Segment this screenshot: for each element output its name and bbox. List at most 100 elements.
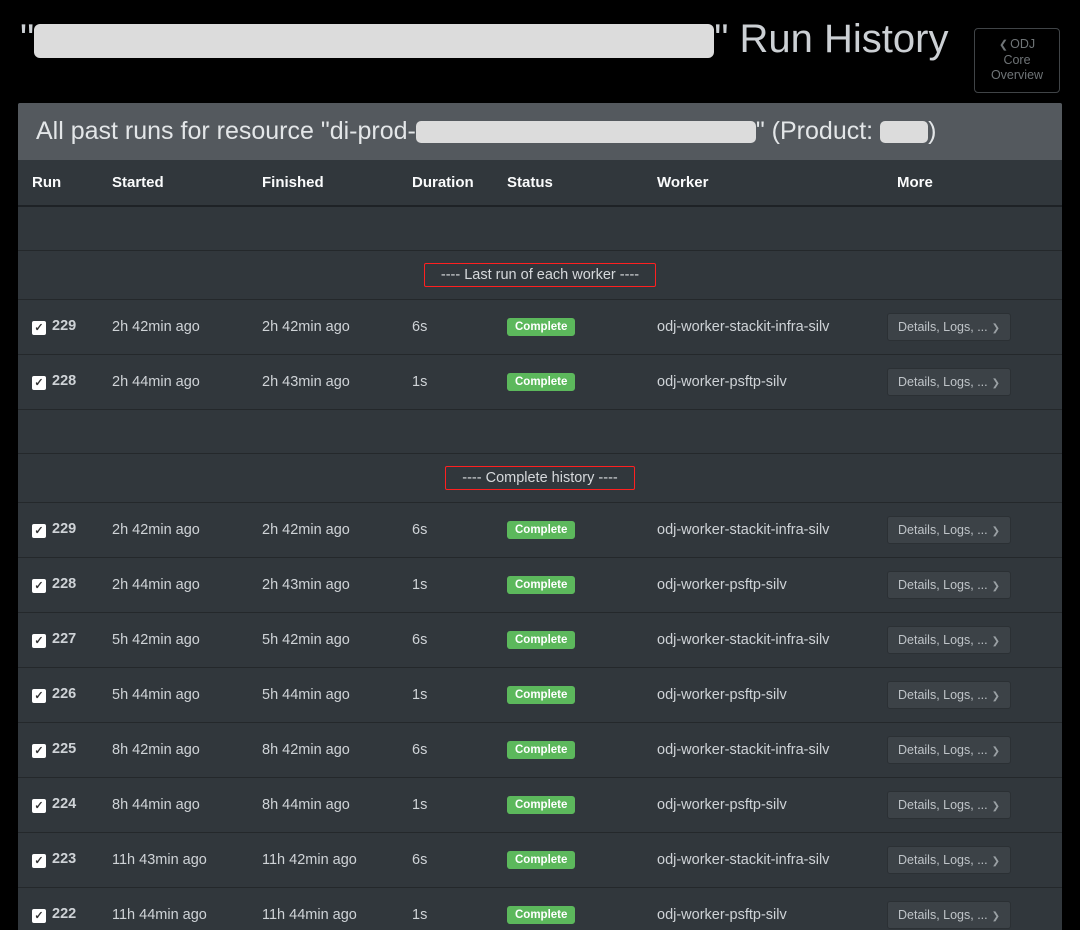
title-prefix: "	[20, 17, 34, 61]
table-row: ✓2248h 44min ago8h 44min ago1sCompleteod…	[18, 777, 1062, 832]
finished-cell: 5h 44min ago	[248, 667, 398, 722]
started-cell: 2h 42min ago	[98, 299, 248, 354]
status-cell: Complete	[493, 777, 643, 832]
check-icon: ✓	[32, 376, 46, 390]
run-id: 223	[52, 851, 76, 867]
worker-cell: odj-worker-stackit-infra-silv	[643, 832, 883, 887]
status-cell: Complete	[493, 722, 643, 777]
chevron-right-icon: ❯	[992, 581, 1000, 592]
details-button[interactable]: Details, Logs, ...❯	[887, 571, 1011, 599]
more-cell: Details, Logs, ...❯	[883, 612, 1062, 667]
table-row: ✓2282h 44min ago2h 43min ago1sCompleteod…	[18, 354, 1062, 409]
started-cell: 11h 43min ago	[98, 832, 248, 887]
chevron-right-icon: ❯	[992, 378, 1000, 389]
duration-cell: 6s	[398, 832, 493, 887]
more-cell: Details, Logs, ...❯	[883, 887, 1062, 930]
col-started: Started	[98, 160, 248, 206]
worker-cell: odj-worker-stackit-infra-silv	[643, 299, 883, 354]
table-row: ✓22311h 43min ago11h 42min ago6sComplete…	[18, 832, 1062, 887]
run-id: 228	[52, 373, 76, 389]
more-cell: Details, Logs, ... ❯	[883, 667, 1062, 722]
details-label: Details, Logs, ...	[898, 688, 988, 702]
details-button[interactable]: Details, Logs, ...❯	[887, 846, 1011, 874]
chevron-right-icon: ❯	[992, 691, 1000, 702]
more-cell: Details, Logs, ... ❯	[883, 354, 1062, 409]
run-id-cell: ✓226	[18, 667, 98, 722]
chevron-right-icon: ❯	[992, 323, 1000, 334]
details-button[interactable]: Details, Logs, ... ❯	[887, 681, 1011, 709]
worker-cell: odj-worker-psftp-silv	[643, 354, 883, 409]
check-icon: ✓	[32, 744, 46, 758]
spacer-row	[18, 409, 1062, 453]
run-id-cell: ✓ 229	[18, 502, 98, 557]
details-label: Details, Logs, ...	[898, 523, 988, 537]
details-label: Details, Logs, ...	[898, 375, 988, 389]
status-cell: Complete	[493, 612, 643, 667]
col-status: Status	[493, 160, 643, 206]
chevron-right-icon: ❯	[992, 801, 1000, 812]
duration-cell: 6s	[398, 299, 493, 354]
run-id-cell: ✓229	[18, 299, 98, 354]
worker-cell: odj-worker-psftp-silv	[643, 777, 883, 832]
run-id: 229	[52, 318, 76, 334]
duration-cell: 1s	[398, 667, 493, 722]
section-divider: ---- Last run of each worker ----	[18, 250, 1062, 299]
details-button[interactable]: Details, Logs, ...❯	[887, 901, 1011, 929]
details-button[interactable]: Details, Logs, ...❯	[887, 626, 1011, 654]
details-button[interactable]: Details, Logs, ... ❯	[887, 791, 1011, 819]
started-cell: 8h 44min ago	[98, 777, 248, 832]
details-label: Details, Logs, ...	[898, 798, 988, 812]
run-id: 224	[52, 796, 76, 812]
worker-cell: odj-worker-psftp-silv	[643, 557, 883, 612]
duration-cell: 1s	[398, 887, 493, 930]
finished-cell: 2h 43min ago	[248, 557, 398, 612]
status-cell: Complete	[493, 832, 643, 887]
duration-cell: 6s	[398, 612, 493, 667]
details-button[interactable]: Details, Logs, ... ❯	[887, 368, 1011, 396]
status-badge: Complete	[507, 521, 575, 539]
finished-cell: 2h 43min ago	[248, 354, 398, 409]
col-duration: Duration	[398, 160, 493, 206]
table-row: ✓22211h 44min ago11h 44min ago1sComplete…	[18, 887, 1062, 930]
duration-cell: 6s	[398, 722, 493, 777]
details-button[interactable]: Details, Logs, ...❯	[887, 736, 1011, 764]
status-badge: Complete	[507, 741, 575, 759]
odj-core-overview-button[interactable]: ❮ODJ Core Overview	[974, 28, 1060, 93]
details-button[interactable]: Details, Logs, ...❯	[887, 313, 1011, 341]
run-id-cell: ✓223	[18, 832, 98, 887]
finished-cell: 11h 44min ago	[248, 887, 398, 930]
worker-cell: odj-worker-psftp-silv	[643, 887, 883, 930]
started-cell: 5h 42min ago	[98, 612, 248, 667]
more-cell: Details, Logs, ... ❯	[883, 777, 1062, 832]
run-id-cell: ✓ 228	[18, 354, 98, 409]
col-run: Run	[18, 160, 98, 206]
chevron-right-icon: ❯	[992, 856, 1000, 867]
table-row: ✓2282h 44min ago2h 43min ago1sCompleteod…	[18, 557, 1062, 612]
status-cell: Complete	[493, 354, 643, 409]
run-id: 229	[52, 521, 76, 537]
finished-cell: 2h 42min ago	[248, 299, 398, 354]
status-badge: Complete	[507, 318, 575, 336]
details-button[interactable]: Details, Logs, ...❯	[887, 516, 1011, 544]
spacer-row	[18, 206, 1062, 250]
section-divider: ---- Complete history ----	[18, 453, 1062, 502]
started-cell: 2h 42min ago	[98, 502, 248, 557]
check-icon: ✓	[32, 524, 46, 538]
duration-cell: 1s	[398, 557, 493, 612]
finished-cell: 8h 44min ago	[248, 777, 398, 832]
more-cell: Details, Logs, ...❯	[883, 722, 1062, 777]
table-header-row: Run Started Finished Duration Status Wor…	[18, 160, 1062, 206]
status-cell: Complete	[493, 887, 643, 930]
chevron-right-icon: ❯	[992, 636, 1000, 647]
worker-cell: odj-worker-psftp-silv	[643, 667, 883, 722]
finished-cell: 2h 42min ago	[248, 502, 398, 557]
run-id: 222	[52, 906, 76, 922]
run-id-cell: ✓222	[18, 887, 98, 930]
started-cell: 2h 44min ago	[98, 557, 248, 612]
details-label: Details, Logs, ...	[898, 908, 988, 922]
check-icon: ✓	[32, 634, 46, 648]
duration-cell: 6s	[398, 502, 493, 557]
run-id-cell: ✓ 225	[18, 722, 98, 777]
run-id: 225	[52, 741, 76, 757]
status-badge: Complete	[507, 796, 575, 814]
